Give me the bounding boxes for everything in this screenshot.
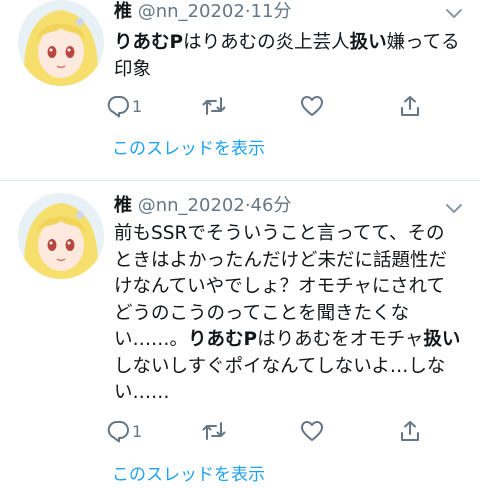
text-segment: 扱い bbox=[423, 329, 461, 350]
text-segment: りあむP bbox=[114, 32, 184, 53]
reply-icon bbox=[107, 421, 129, 443]
avatar-image bbox=[18, 193, 104, 279]
reply-button[interactable]: 1 bbox=[106, 417, 142, 445]
tweet[interactable]: 椎 @nn_20202·11分 りあむPはりあむの炎上芸人扱い嫌ってる印象 1 … bbox=[0, 0, 480, 180]
heart-icon bbox=[301, 421, 323, 441]
avatar-image bbox=[18, 0, 104, 86]
like-button[interactable] bbox=[300, 92, 324, 120]
tweet-header: 椎 @nn_20202·11分 bbox=[114, 0, 291, 24]
retweet-button[interactable] bbox=[202, 417, 226, 445]
timestamp[interactable]: 46分 bbox=[251, 195, 292, 216]
text-segment: はりあむの炎上芸人 bbox=[183, 32, 350, 53]
show-thread-link[interactable]: このスレッドを表示 bbox=[112, 460, 265, 485]
reply-count: 1 bbox=[132, 96, 143, 116]
avatar[interactable] bbox=[18, 193, 104, 279]
timestamp[interactable]: 11分 bbox=[251, 1, 292, 22]
text-segment: 扱い bbox=[349, 32, 387, 53]
text-segment: りあむP bbox=[188, 329, 258, 350]
display-name[interactable]: 椎 bbox=[114, 195, 132, 216]
retweet-button[interactable] bbox=[202, 92, 226, 120]
share-icon bbox=[401, 96, 419, 116]
retweet-icon bbox=[202, 97, 226, 115]
tweet-header: 椎 @nn_20202·46分 bbox=[114, 194, 291, 218]
tweet-actions: 1 bbox=[106, 417, 436, 447]
share-button[interactable] bbox=[398, 417, 422, 445]
display-name[interactable]: 椎 bbox=[114, 1, 132, 22]
share-icon bbox=[401, 421, 419, 441]
like-button[interactable] bbox=[300, 417, 324, 445]
show-thread-link[interactable]: このスレッドを表示 bbox=[112, 134, 265, 159]
reply-button[interactable]: 1 bbox=[106, 92, 142, 120]
avatar[interactable] bbox=[18, 0, 104, 86]
chevron-down-icon[interactable] bbox=[440, 197, 468, 221]
retweet-icon bbox=[202, 422, 226, 440]
user-handle[interactable]: @nn_20202 bbox=[138, 1, 245, 22]
user-handle[interactable]: @nn_20202 bbox=[138, 195, 245, 216]
reply-icon bbox=[107, 96, 129, 118]
share-button[interactable] bbox=[398, 92, 422, 120]
tweet-text: りあむPはりあむの炎上芸人扱い嫌ってる印象 bbox=[114, 30, 462, 83]
chevron-down-icon[interactable] bbox=[440, 2, 468, 26]
tweet-actions: 1 bbox=[106, 92, 436, 122]
heart-icon bbox=[301, 96, 323, 116]
tweet[interactable]: 椎 @nn_20202·46分 前もSSRでそういうこと言ってて、そのときはよか… bbox=[0, 181, 480, 488]
reply-count: 1 bbox=[132, 421, 143, 441]
text-segment: はりあむをオモチャ bbox=[257, 329, 424, 350]
tweet-text: 前もSSRでそういうこと言ってて、そのときはよかったんだけど未だに話題性だけなん… bbox=[114, 221, 462, 407]
text-segment: しないしすぐポイなんてしないよ…しない…… bbox=[114, 355, 446, 404]
